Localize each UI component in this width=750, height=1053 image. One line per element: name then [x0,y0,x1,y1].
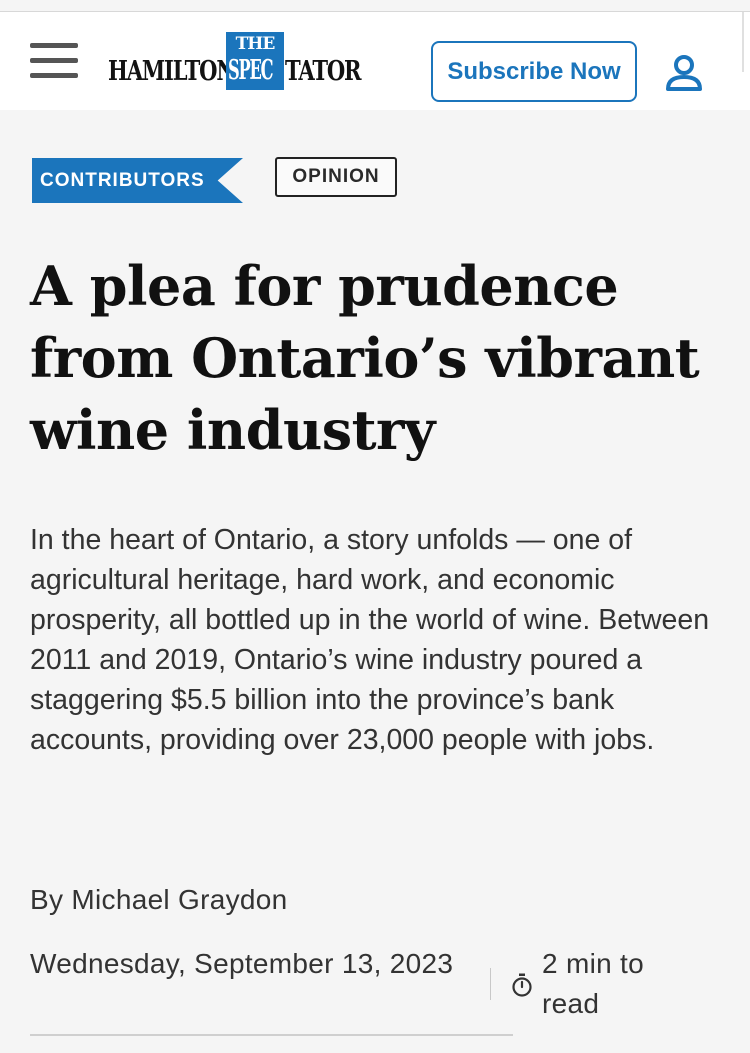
meta-divider [490,968,491,1000]
status-bar-edge [0,0,750,12]
article-type-badge: OPINION [275,157,397,197]
read-time: 2 min to read [542,948,644,1019]
article-deck: In the heart of Ontario, a story unfolds… [30,524,710,756]
article-headline: A plea for prudence from Ontario’s vibra… [30,254,700,462]
logo-mark: THE SPEC [226,32,284,90]
scrollbar[interactable] [742,12,744,72]
logo-text-right: TATOR [285,56,362,87]
byline: By Michael Graydon [30,884,288,916]
logo-text-left: HAMILTON [108,56,236,87]
meta-bottom-divider [30,1034,513,1036]
section-tag-contributors[interactable]: CONTRIBUTORS [32,158,243,203]
publish-date: Wednesday, September 13, 2023 [30,948,454,979]
site-logo[interactable]: HAMILTON THE SPEC TATOR [108,32,362,94]
timer-icon [512,973,532,997]
subscribe-button[interactable]: Subscribe Now [431,41,637,102]
logo-text-the: THE [235,34,276,54]
user-account-icon[interactable] [664,54,704,92]
hamburger-menu-icon[interactable] [30,43,78,79]
logo-text-spec: SPEC [228,55,274,86]
author-name[interactable]: Michael Graydon [71,884,287,915]
site-header: HAMILTON THE SPEC TATOR Subscribe Now [0,12,750,110]
byline-prefix: By [30,884,64,915]
